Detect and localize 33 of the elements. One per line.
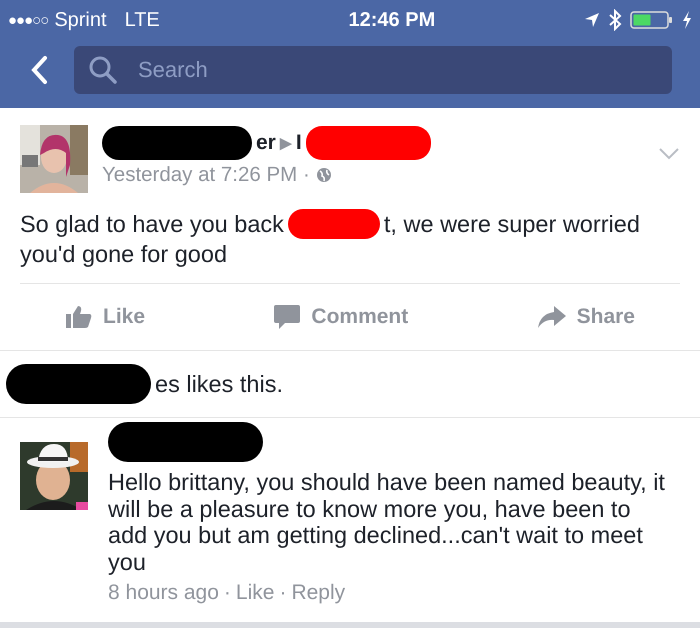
signal-strength: ●●●○○ [8, 12, 48, 28]
share-arrow-icon [536, 305, 567, 329]
back-button[interactable] [30, 55, 48, 85]
like-button[interactable]: Like [65, 305, 146, 329]
battery-icon [630, 10, 674, 30]
bluetooth-icon [608, 9, 622, 31]
author-name[interactable]: I [296, 131, 302, 155]
location-arrow-icon [584, 12, 600, 28]
carrier-name: Sprint [54, 8, 107, 32]
clock-time: 12:46 PM [348, 8, 436, 32]
comment-link[interactable]: Reply [291, 581, 346, 605]
network-type: LTE [124, 8, 160, 32]
post-text: t, we were super worried [384, 210, 640, 239]
search-icon [88, 55, 118, 85]
search-field[interactable]: Search [74, 46, 672, 94]
comment-text: Hello brittany, you should have been named beauty, it will be a pleasure to know more you, have been to add you but am getting declined...can't wait to meet you [108, 469, 666, 575]
arrow-icon: ▶ [280, 134, 292, 152]
share-button[interactable]: Share [536, 305, 635, 329]
separator-dot: · [279, 581, 286, 605]
comment-time: 8 hours ago [108, 581, 219, 605]
comment-button[interactable]: Comment [273, 304, 408, 330]
charging-bolt-icon [682, 11, 692, 29]
globe-icon [316, 167, 332, 183]
search-input[interactable]: Search [136, 56, 658, 84]
post-time[interactable]: Yesterday at 7:26 PM · [102, 163, 310, 187]
thumbs-up-icon [65, 305, 93, 329]
likes-text[interactable]: es likes this. [155, 370, 283, 398]
comment-link[interactable]: Like [236, 581, 274, 605]
separator-dot: · [224, 581, 231, 605]
post-text: you'd gone for good [20, 240, 228, 269]
speech-bubble-icon [273, 304, 302, 330]
author-name[interactable]: er [256, 131, 276, 155]
post-text: So glad to have you back [20, 210, 284, 239]
